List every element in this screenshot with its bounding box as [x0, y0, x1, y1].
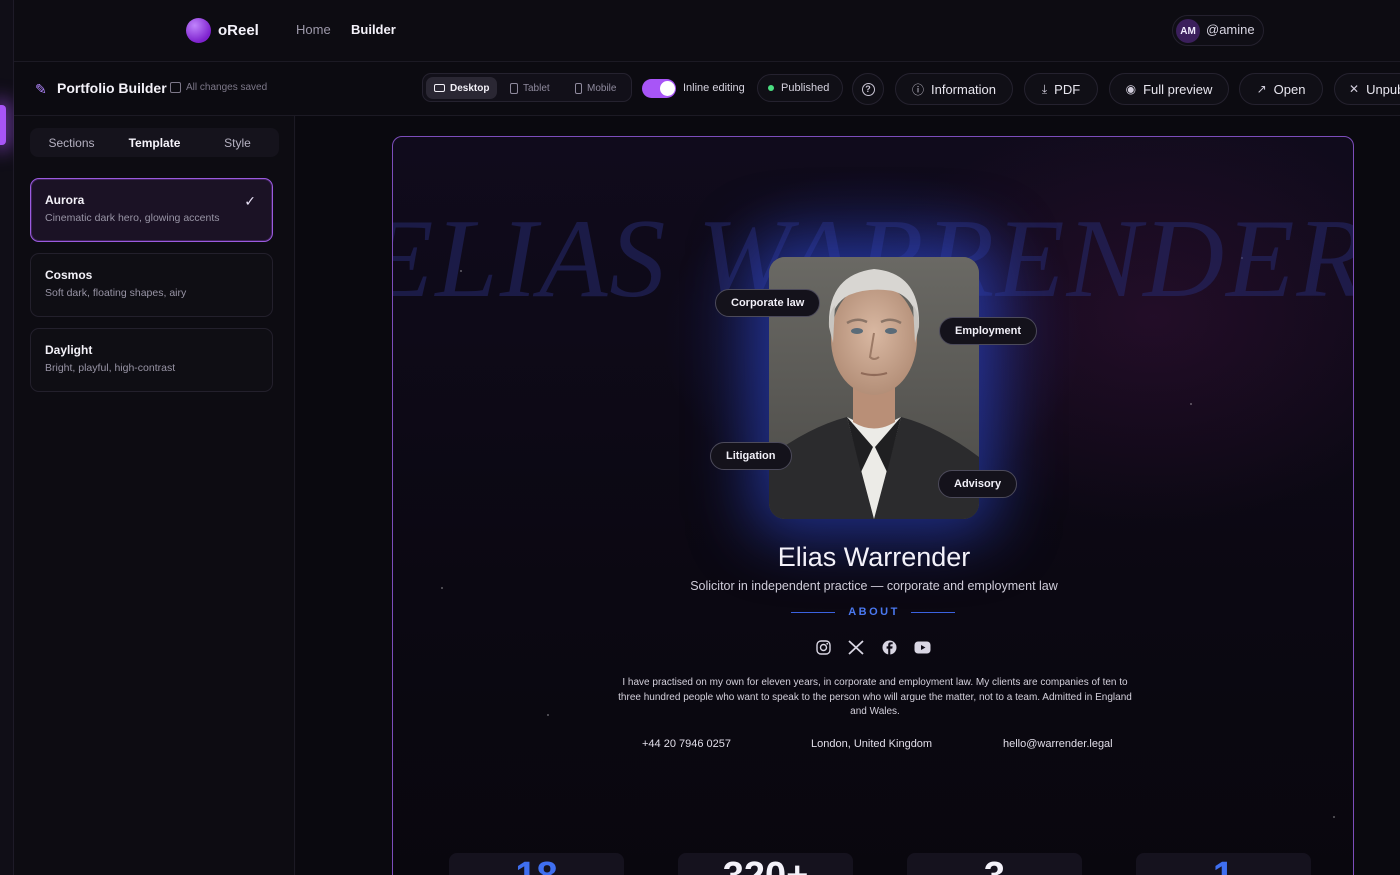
- information-label: Information: [930, 81, 997, 97]
- tab-sections[interactable]: Sections: [30, 128, 113, 157]
- unpublish-button[interactable]: ✕ Unpublish: [1334, 73, 1400, 105]
- stat-value: 1: [1136, 856, 1311, 875]
- stat-card: 1: [1136, 853, 1311, 875]
- stat-card: 320+: [678, 853, 853, 875]
- open-button[interactable]: ↗ Open: [1239, 73, 1323, 105]
- help-icon: ?: [861, 82, 875, 96]
- sidebar: Sections Template Style Aurora Cinematic…: [14, 116, 295, 875]
- monitor-icon: [434, 84, 445, 92]
- sidebar-tabs: Sections Template Style: [30, 128, 279, 157]
- open-label: Open: [1273, 81, 1306, 97]
- stat-card: 3: [907, 853, 1082, 875]
- status-text: Published: [781, 82, 830, 94]
- preview-canvas: ELIAS WARRENDER Corporate law Employment…: [296, 116, 1400, 875]
- about-label: ABOUT: [848, 606, 900, 618]
- download-icon: ⤓: [1041, 81, 1048, 96]
- device-mobile-button[interactable]: Mobile: [567, 77, 624, 99]
- contact-location[interactable]: London, United Kingdom: [811, 738, 932, 750]
- builder-toolbar: ✎ Portfolio Builder All changes saved De…: [14, 62, 1400, 116]
- star-speck: [1333, 816, 1335, 818]
- edge-handle[interactable]: [0, 105, 6, 145]
- help-button[interactable]: ?: [852, 73, 884, 105]
- template-name: Daylight: [45, 343, 93, 357]
- star-speck: [1190, 403, 1192, 405]
- info-icon: ⓘ: [911, 82, 924, 97]
- x-icon[interactable]: [847, 638, 865, 656]
- full-preview-label: Full preview: [1143, 81, 1213, 97]
- information-button[interactable]: ⓘ Information: [895, 73, 1013, 105]
- template-name: Cosmos: [45, 268, 93, 282]
- eye-icon: ◉: [1125, 82, 1137, 96]
- nav-builder-link[interactable]: Builder: [351, 22, 396, 37]
- hero-name[interactable]: Elias Warrender: [393, 542, 1353, 573]
- check-icon: ✓: [244, 193, 256, 209]
- bio-text[interactable]: I have practised on my own for eleven ye…: [615, 676, 1135, 720]
- chip-employment[interactable]: Employment: [939, 317, 1038, 345]
- template-desc: Bright, playful, high-contrast: [45, 362, 176, 374]
- contact-phone[interactable]: +44 20 7946 0257: [642, 738, 731, 750]
- device-label: Tablet: [523, 82, 550, 94]
- nav-home-link[interactable]: Home: [296, 22, 331, 37]
- device-label: Mobile: [587, 82, 617, 94]
- template-card-cosmos[interactable]: Cosmos Soft dark, floating shapes, airy: [30, 253, 273, 317]
- toggle-knob: [660, 81, 675, 96]
- close-icon: ✕: [1349, 82, 1360, 96]
- page-title: Portfolio Builder: [57, 80, 167, 96]
- stat-value: 3: [907, 856, 1082, 875]
- chip-corporate-law[interactable]: Corporate law: [715, 289, 821, 317]
- star-speck: [547, 714, 549, 716]
- about-divider-right: [911, 612, 955, 613]
- portfolio-preview[interactable]: ELIAS WARRENDER Corporate law Employment…: [392, 136, 1354, 875]
- tab-template[interactable]: Template: [113, 128, 196, 157]
- template-name: Aurora: [45, 193, 85, 207]
- inline-editing-label: Inline editing: [683, 82, 745, 94]
- username[interactable]: @amine: [1206, 22, 1255, 37]
- status-dot: [768, 85, 774, 91]
- youtube-icon[interactable]: [913, 638, 931, 656]
- device-tablet-button[interactable]: Tablet: [502, 77, 558, 99]
- chip-advisory[interactable]: Advisory: [938, 470, 1018, 498]
- unpublish-label: Unpublish: [1366, 81, 1400, 97]
- mobile-icon: [575, 82, 582, 94]
- pdf-label: PDF: [1054, 81, 1081, 97]
- save-status: All changes saved: [186, 82, 268, 93]
- chip-litigation[interactable]: Litigation: [710, 442, 792, 470]
- device-label: Desktop: [450, 82, 490, 94]
- logo-icon[interactable]: [186, 18, 211, 43]
- full-preview-button[interactable]: ◉ Full preview: [1109, 73, 1229, 105]
- contact-email[interactable]: hello@warrender.legal: [1003, 738, 1113, 750]
- pdf-button[interactable]: ⤓ PDF: [1024, 73, 1098, 105]
- hero-subtitle[interactable]: Solicitor in independent practice — corp…: [393, 579, 1353, 593]
- device-desktop-button[interactable]: Desktop: [426, 77, 498, 99]
- template-desc: Soft dark, floating shapes, airy: [45, 287, 187, 299]
- instagram-icon[interactable]: [814, 638, 832, 656]
- template-desc: Cinematic dark hero, glowing accents: [45, 212, 220, 224]
- avatar[interactable]: AM: [1176, 19, 1200, 43]
- stat-value: 18: [449, 856, 624, 875]
- template-card-daylight[interactable]: Daylight Bright, playful, high-contrast: [30, 328, 273, 392]
- stat-card: 18: [449, 853, 624, 875]
- app-name[interactable]: oReel: [218, 22, 259, 39]
- tablet-icon: [510, 82, 518, 94]
- facebook-icon[interactable]: [880, 638, 898, 656]
- tab-style[interactable]: Style: [196, 128, 279, 157]
- device-switcher: Desktop Tablet Mobile: [422, 73, 632, 102]
- external-link-icon: ↗: [1256, 82, 1267, 96]
- pencil-icon: ✎: [35, 81, 47, 97]
- save-icon: [170, 82, 181, 93]
- stat-value: 320+: [678, 856, 853, 875]
- template-card-aurora[interactable]: Aurora Cinematic dark hero, glowing acce…: [30, 178, 273, 242]
